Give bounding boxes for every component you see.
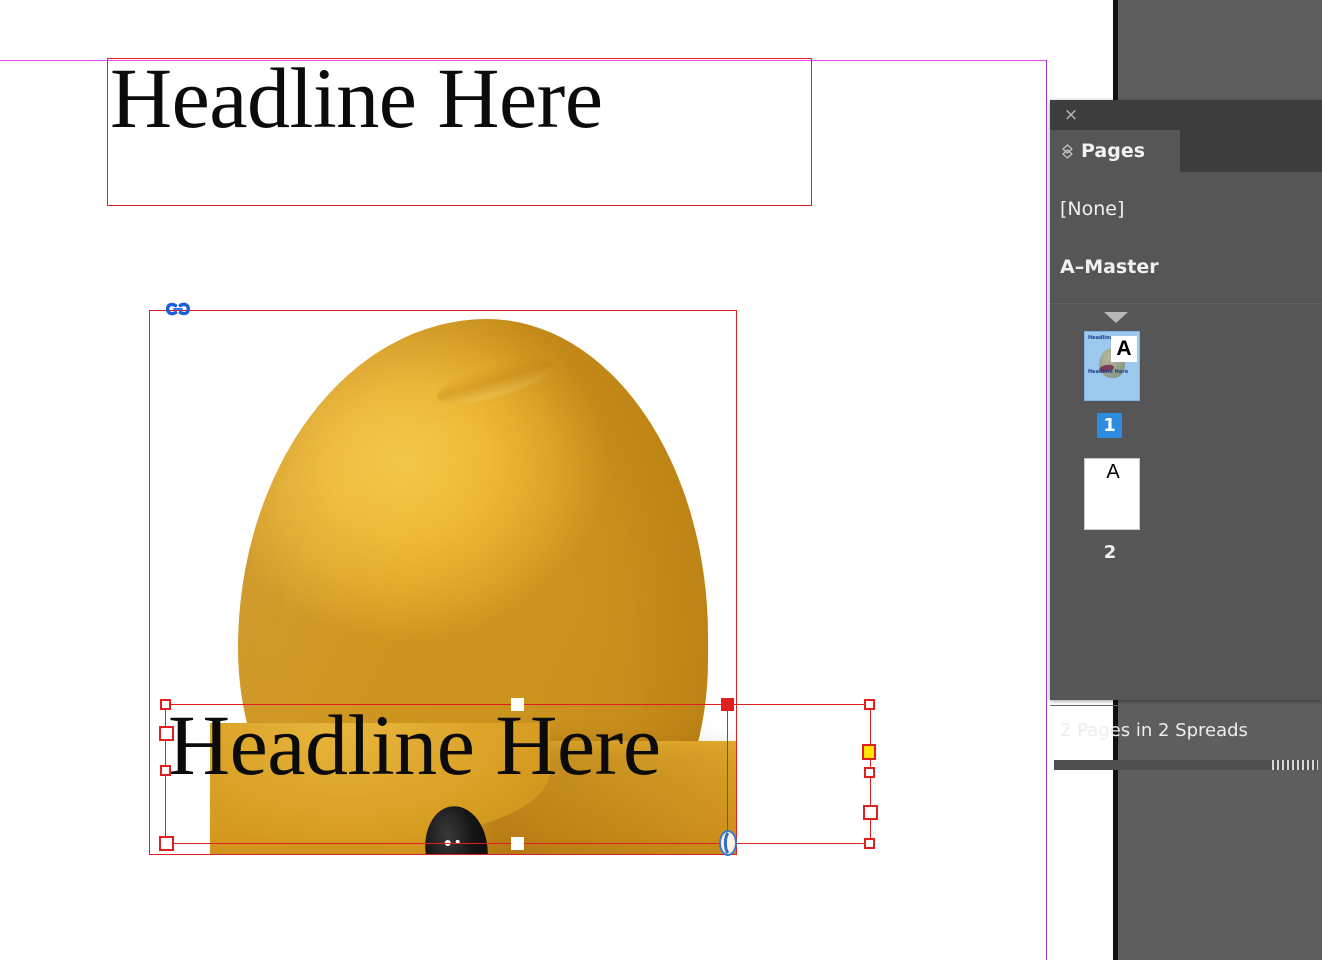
- handle-right-lower[interactable]: [863, 805, 878, 820]
- pasteboard-top-right: [1118, 0, 1322, 100]
- link-chain-icon[interactable]: [164, 298, 192, 320]
- text-outport-overflow-icon[interactable]: [719, 830, 737, 856]
- handle-top-center[interactable]: [511, 698, 524, 711]
- master-item-a-master[interactable]: A–Master: [1060, 256, 1159, 278]
- panel-resize-grip[interactable]: [1272, 760, 1318, 770]
- page-thumbnail-2-master-letter: A: [1106, 461, 1120, 483]
- page-thumbnail-1-headline-top: Headline: [1088, 335, 1113, 341]
- master-item-none[interactable]: [None]: [1060, 198, 1124, 220]
- panel-footer-divider: [1050, 705, 1322, 706]
- page-edge-line-top: [1113, 0, 1118, 100]
- panel-tabstrip[interactable]: Pages: [1050, 130, 1322, 172]
- tab-pages-label: Pages: [1081, 140, 1146, 162]
- page-thumbnail-2[interactable]: A: [1084, 458, 1140, 530]
- selection-guide-line-top: [728, 704, 871, 705]
- handle-left-lower[interactable]: [160, 765, 171, 776]
- handle-left-upper[interactable]: [159, 726, 174, 741]
- panel-titlebar[interactable]: ×: [1050, 100, 1322, 130]
- page-number-1[interactable]: 1: [1097, 413, 1122, 438]
- diamond-collapse-icon[interactable]: [1062, 143, 1073, 159]
- close-icon[interactable]: ×: [1062, 106, 1080, 124]
- page-thumbnail-1-headline-bottom: Headline Here: [1088, 369, 1129, 375]
- handle-right-anchor-yellow[interactable]: [862, 744, 876, 760]
- page-thumbnail-1[interactable]: Headline Headline Here A: [1084, 331, 1140, 401]
- headline-text-selected: Headline Here: [168, 697, 661, 793]
- handle-bottom-left[interactable]: [159, 836, 174, 851]
- handle-top-left[interactable]: [160, 699, 171, 710]
- headline-text-top: Headline Here: [110, 50, 603, 146]
- handle-right-top[interactable]: [864, 699, 875, 710]
- selection-guide-line-bottom: [728, 843, 871, 844]
- handle-right-bottom[interactable]: [864, 838, 875, 849]
- pages-status-text: 2 Pages in 2 Spreads: [1060, 720, 1248, 741]
- page-number-2[interactable]: 2: [1100, 542, 1120, 563]
- headline-text-frame-top[interactable]: Headline Here: [107, 50, 812, 206]
- handle-bottom-center[interactable]: [511, 837, 524, 850]
- page-thumbnail-1-master-letter: A: [1111, 336, 1137, 362]
- pages-panel-body[interactable]: [None] A–Master 2 Pages in 2 Spreads: [1050, 172, 1322, 770]
- column-guide-right: [1046, 60, 1047, 960]
- handle-right-middle[interactable]: [864, 767, 875, 778]
- panel-section-divider: [1050, 302, 1322, 304]
- handle-top-right-filled[interactable]: [721, 698, 734, 711]
- tab-pages[interactable]: Pages: [1050, 130, 1180, 172]
- active-spread-marker-icon: [1104, 312, 1128, 323]
